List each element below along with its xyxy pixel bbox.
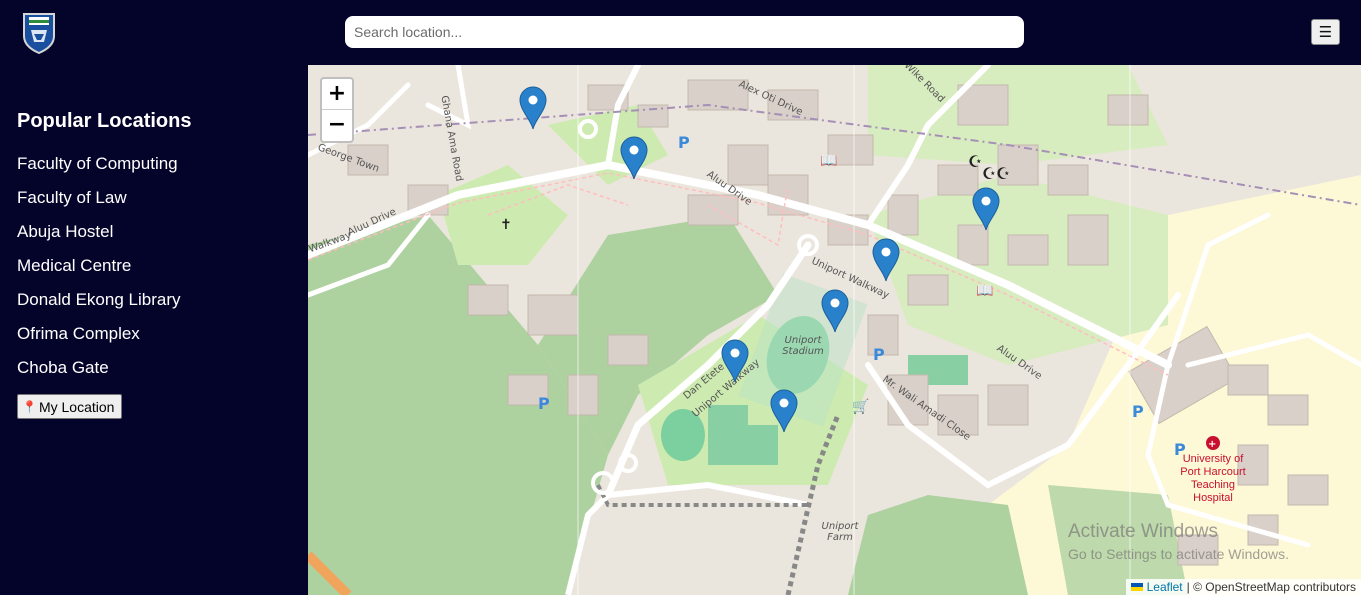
svg-text:+: + (1208, 439, 1216, 450)
svg-text:P: P (1132, 402, 1144, 421)
location-marker[interactable] (619, 136, 649, 180)
svg-text:✝: ✝ (500, 217, 512, 233)
zoom-out-button[interactable]: − (322, 110, 352, 141)
university-logo[interactable] (20, 12, 58, 54)
map-attribution: Leaflet | © OpenStreetMap contributors (1125, 579, 1361, 595)
location-marker[interactable] (820, 289, 850, 333)
location-item-ofrima-complex[interactable]: Ofrima Complex (17, 322, 180, 356)
location-item-medical-centre[interactable]: Medical Centre (17, 254, 180, 288)
svg-text:📖: 📖 (820, 153, 837, 169)
top-bar: ☰ (0, 0, 1361, 65)
svg-text:📖: 📖 (976, 283, 993, 299)
leaflet-link[interactable]: Leaflet (1147, 580, 1183, 594)
hamburger-menu-button[interactable]: ☰ (1311, 19, 1340, 45)
location-item-choba-gate[interactable]: Choba Gate (17, 356, 180, 390)
location-marker[interactable] (720, 339, 750, 383)
watermark-subtitle: Go to Settings to activate Windows. (1068, 546, 1289, 562)
location-item-faculty-of-law[interactable]: Faculty of Law (17, 186, 180, 220)
location-marker[interactable] (971, 187, 1001, 231)
zoom-in-button[interactable]: + (322, 79, 352, 110)
my-location-button[interactable]: 📍 My Location (17, 394, 123, 419)
watermark-title: Activate Windows (1068, 521, 1218, 542)
location-marker[interactable] (871, 238, 901, 282)
location-item-faculty-of-computing[interactable]: Faculty of Computing (17, 152, 180, 186)
zoom-control: + − (320, 77, 354, 143)
location-item-donald-ekong-library[interactable]: Donald Ekong Library (17, 288, 180, 322)
location-marker[interactable] (518, 86, 548, 130)
svg-text:P: P (678, 133, 690, 152)
svg-text:P: P (538, 394, 550, 413)
sidebar-title: Popular Locations (17, 110, 192, 132)
sidebar: Popular Locations Faculty of Computing F… (0, 65, 308, 595)
popular-locations-list: Faculty of Computing Faculty of Law Abuj… (17, 152, 180, 390)
location-marker[interactable] (769, 389, 799, 433)
ukraine-flag-icon (1130, 583, 1143, 591)
map-label: Uniport Stadium (782, 335, 824, 357)
search-input[interactable] (345, 16, 1024, 48)
map-view[interactable]: PP PPP 📖 📖 ✝ ☪ ☪ ☪ 🛒 + Alex Oti Drive Alu… (308, 65, 1361, 595)
svg-text:☪: ☪ (968, 152, 982, 171)
svg-text:🛒: 🛒 (852, 398, 869, 415)
osm-attribution[interactable]: | © OpenStreetMap contributors (1187, 580, 1356, 594)
hospital-label: University of Port Harcourt Teaching Hos… (1180, 453, 1246, 504)
svg-text:☪: ☪ (996, 164, 1010, 183)
my-location-label: My Location (38, 398, 115, 415)
pin-icon: 📍 (22, 399, 37, 414)
windows-watermark: Activate Windows Go to Settings to activ… (1068, 521, 1289, 562)
svg-text:☪: ☪ (982, 164, 996, 183)
svg-text:P: P (873, 345, 885, 364)
location-item-abuja-hostel[interactable]: Abuja Hostel (17, 220, 180, 254)
map-label: Uniport Farm (821, 521, 859, 543)
